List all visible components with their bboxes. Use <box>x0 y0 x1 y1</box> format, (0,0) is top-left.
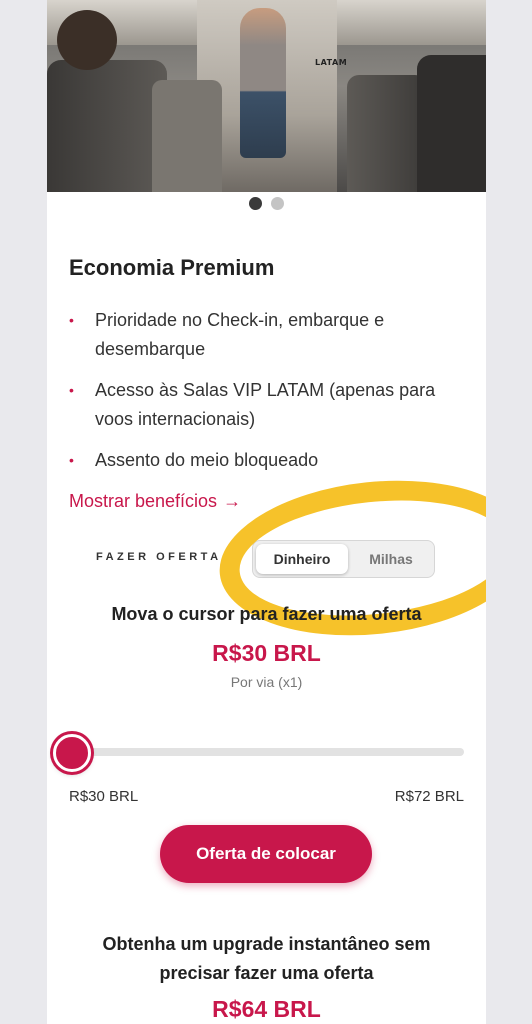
instant-upgrade-text: Obtenha um upgrade instantâneo sem preci… <box>102 934 431 983</box>
offer-currency-label: FAZER OFERTA E <box>96 551 239 563</box>
offer-slider-track[interactable] <box>69 748 464 756</box>
passenger-head <box>57 10 117 70</box>
arrow-right-icon: → <box>223 491 242 511</box>
carousel-dot-2[interactable] <box>270 197 284 210</box>
traveler-figure <box>240 8 286 158</box>
benefit-text: Acesso às Salas VIP LATAM (apenas para v… <box>95 380 436 429</box>
bullet-icon: • <box>69 382 74 398</box>
seat-right-front <box>417 55 486 192</box>
carousel-dot-1[interactable] <box>249 197 263 210</box>
carousel-dots <box>47 197 486 215</box>
offer-slider-handle[interactable] <box>53 734 91 772</box>
toggle-option-milhas[interactable]: Milhas <box>351 544 431 574</box>
benefit-item: • Acesso às Salas VIP LATAM (apenas para … <box>69 376 469 434</box>
slider-max-label: R$72 BRL <box>394 788 464 805</box>
benefit-text: Prioridade no Check-in, embarque e desem… <box>95 310 385 359</box>
seat-left-back <box>152 80 222 192</box>
seat-left <box>47 60 167 192</box>
show-benefits-link[interactable]: Mostrar benefícios → <box>69 491 241 512</box>
seat-right <box>347 75 427 192</box>
place-offer-button[interactable]: Oferta de colocar <box>160 825 372 883</box>
bullet-icon: • <box>69 312 74 328</box>
bullet-icon: • <box>69 452 74 468</box>
offer-price: R$30 BRL <box>212 640 321 666</box>
show-benefits-label: Mostrar benefícios <box>69 491 218 511</box>
benefit-item: • Prioridade no Check-in, embarque e dese… <box>69 306 469 364</box>
per-via-label: Por via (x1) <box>230 674 303 690</box>
cabin-photo[interactable]: LATAM <box>47 0 486 192</box>
cabin-title: Economia Premium <box>69 255 275 280</box>
offer-instruction: Mova o cursor para fazer uma oferta <box>111 604 422 624</box>
benefit-text: Assento do meio bloqueado <box>95 450 319 470</box>
benefit-item: • Assento do meio bloqueado <box>69 446 469 475</box>
latam-sign: LATAM <box>315 58 348 67</box>
currency-toggle[interactable]: Dinheiro Milhas <box>252 540 435 578</box>
offer-card: LATAM Economia Premium • Prioridade no Ch… <box>47 0 486 1024</box>
slider-min-label: R$30 BRL <box>69 788 139 805</box>
instant-upgrade-price: R$64 BRL <box>212 996 321 1022</box>
benefits-list: • Prioridade no Check-in, embarque e dese… <box>69 306 469 487</box>
toggle-option-dinheiro[interactable]: Dinheiro <box>256 544 348 574</box>
